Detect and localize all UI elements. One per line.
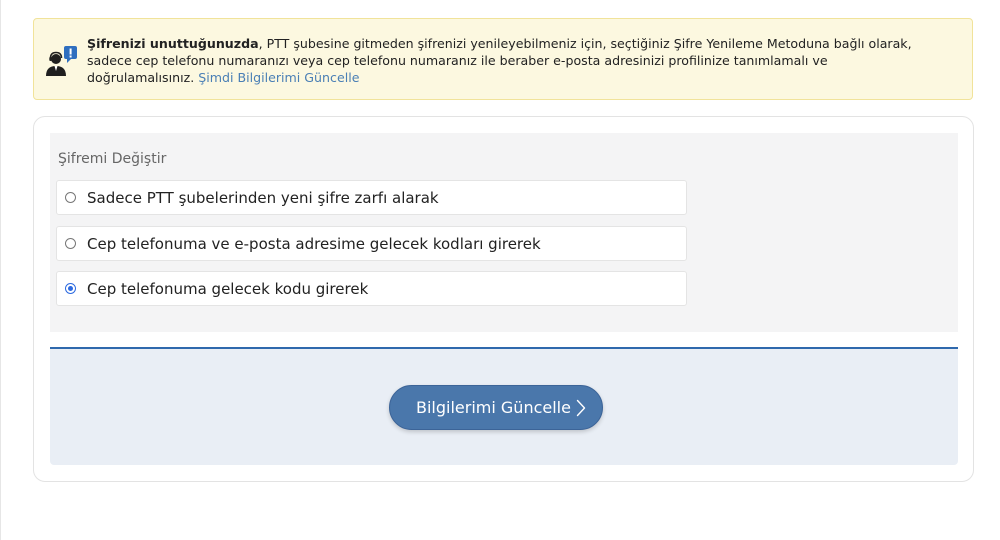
support-agent-alert-icon xyxy=(45,45,79,77)
option-phone-code[interactable]: Cep telefonuma gelecek kodu girerek xyxy=(56,271,687,306)
window-edge xyxy=(0,0,1,540)
update-info-button[interactable]: Bilgilerimi Güncelle xyxy=(389,385,603,430)
update-info-link[interactable]: Şimdi Bilgilerimi Güncelle xyxy=(198,70,359,85)
option-label: Cep telefonuma gelecek kodu girerek xyxy=(87,280,369,298)
notice-message: Şifrenizi unuttuğunuzda, PTT şubesine gi… xyxy=(87,35,927,86)
password-change-card: Şifremi Değiştir Sadece PTT şubelerinden… xyxy=(33,116,974,482)
chevron-right-icon xyxy=(576,399,586,417)
radio-branch-envelope[interactable] xyxy=(65,192,76,203)
option-phone-and-email-codes[interactable]: Cep telefonuma ve e-posta adresime gelec… xyxy=(56,226,687,261)
radio-phone-and-email-codes[interactable] xyxy=(65,238,76,249)
radio-phone-code[interactable] xyxy=(65,283,76,294)
method-options-panel: Şifremi Değiştir Sadece PTT şubelerinden… xyxy=(50,133,958,332)
form-actions: Bilgilerimi Güncelle xyxy=(50,349,958,465)
info-notice: Şifrenizi unuttuğunuzda, PTT şubesine gi… xyxy=(33,18,973,100)
update-info-button-label: Bilgilerimi Güncelle xyxy=(416,398,571,417)
option-label: Sadece PTT şubelerinden yeni şifre zarfı… xyxy=(87,189,439,207)
section-title: Şifremi Değiştir xyxy=(58,151,167,167)
option-label: Cep telefonuma ve e-posta adresime gelec… xyxy=(87,235,541,253)
notice-bold-text: Şifrenizi unuttuğunuzda xyxy=(87,36,259,51)
option-branch-envelope[interactable]: Sadece PTT şubelerinden yeni şifre zarfı… xyxy=(56,180,687,215)
